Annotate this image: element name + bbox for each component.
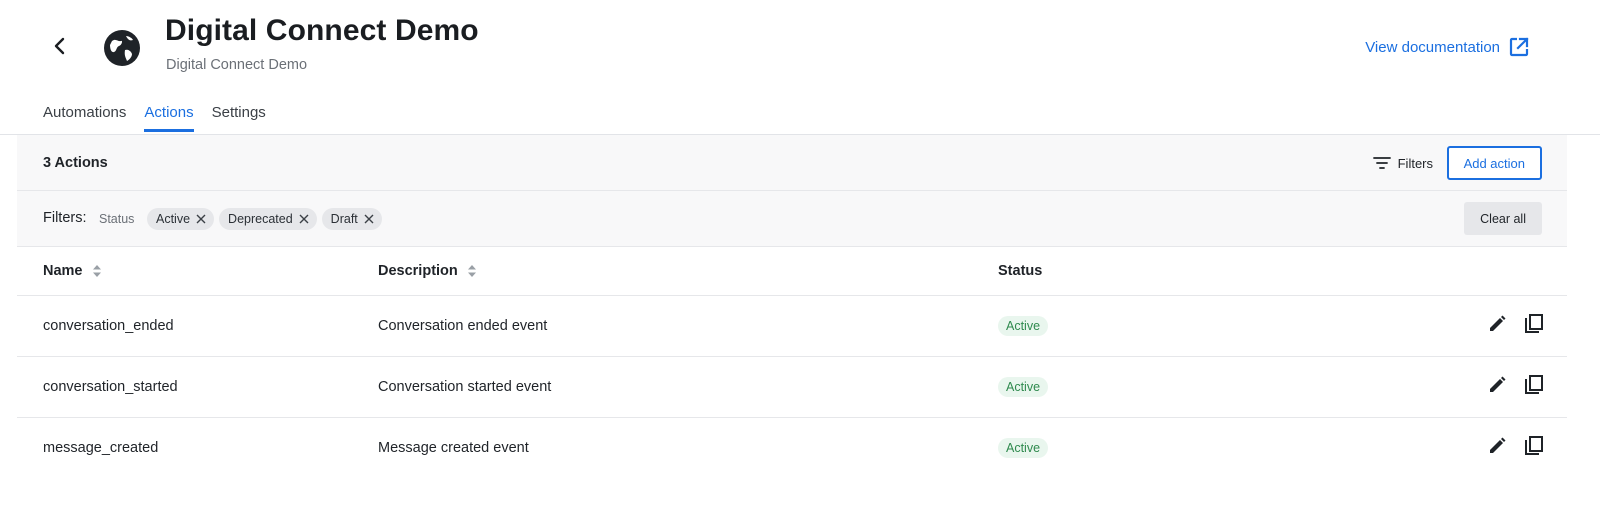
copy-button[interactable] <box>1523 313 1545 335</box>
status-badge: Active <box>998 315 1049 336</box>
close-icon <box>364 214 374 224</box>
copy-icon <box>1525 375 1543 394</box>
edit-button[interactable] <box>1487 375 1507 395</box>
table-row[interactable]: message_created Message created event Ac… <box>17 417 1567 478</box>
page-header: Digital Connect Demo Digital Connect Dem… <box>0 0 1600 135</box>
page-subtitle: Digital Connect Demo <box>166 57 308 73</box>
action-description: Conversation started event <box>378 356 998 418</box>
filters-heading: Filters: <box>43 210 87 226</box>
actions-panel: 3 Actions Filters Add action Filters: St… <box>17 135 1567 532</box>
page-title: Digital Connect Demo <box>165 14 479 47</box>
view-documentation-link[interactable]: View documentation <box>1365 36 1530 58</box>
tab-bar: Automations Actions Settings <box>43 100 284 132</box>
close-icon <box>299 214 309 224</box>
remove-filter-draft-button[interactable] <box>364 214 374 224</box>
filter-chips: Active Deprecated Draft <box>147 208 382 230</box>
filter-chip-draft: Draft <box>321 208 382 230</box>
action-name: message_created <box>43 439 159 456</box>
tab-automations[interactable]: Automations <box>43 100 126 131</box>
status-badge: Active <box>998 437 1049 458</box>
remove-filter-deprecated-button[interactable] <box>299 214 309 224</box>
sort-icon <box>92 264 101 277</box>
view-documentation-label: View documentation <box>1365 38 1500 56</box>
filter-key-status: Status <box>99 212 135 226</box>
filters-button-label: Filters <box>1397 155 1433 171</box>
filter-chip-label: Active <box>156 212 191 226</box>
copy-button[interactable] <box>1523 435 1545 457</box>
filters-button[interactable]: Filters <box>1372 153 1433 173</box>
edit-button[interactable] <box>1487 436 1507 456</box>
action-description: Conversation ended event <box>378 295 998 357</box>
actions-count: 3 Actions <box>43 155 108 171</box>
tab-settings[interactable]: Settings <box>212 100 266 131</box>
edit-icon <box>1490 437 1506 454</box>
copy-icon <box>1525 314 1543 333</box>
tab-actions[interactable]: Actions <box>144 100 194 132</box>
status-badge: Active <box>998 376 1049 397</box>
column-header-actions <box>1418 247 1567 296</box>
globe-icon <box>104 30 140 66</box>
clear-all-filters-button[interactable]: Clear all <box>1464 202 1542 235</box>
back-arrow-icon <box>54 37 65 55</box>
add-action-button[interactable]: Add action <box>1446 146 1542 180</box>
close-icon <box>196 214 206 224</box>
copy-button[interactable] <box>1523 374 1545 396</box>
back-button[interactable] <box>44 30 76 62</box>
edit-icon <box>1490 376 1506 392</box>
actions-toolbar: 3 Actions Filters Add action <box>17 135 1567 191</box>
external-link-icon <box>1509 37 1529 57</box>
action-name: conversation_started <box>17 356 378 418</box>
filter-chip-deprecated: Deprecated <box>219 208 317 230</box>
action-description: Message created event <box>378 439 529 456</box>
column-header-description-label: Description <box>378 262 458 279</box>
copy-icon <box>1525 436 1543 456</box>
column-header-name[interactable]: Name <box>17 247 378 296</box>
table-header-row: Name Description Status <box>17 247 1567 296</box>
sort-icon <box>467 264 476 277</box>
column-header-name-label: Name <box>43 262 83 279</box>
remove-filter-active-button[interactable] <box>196 214 206 224</box>
edit-button[interactable] <box>1487 314 1507 334</box>
filter-chip-label: Deprecated <box>228 212 293 226</box>
actions-table: Name Description Status conversation_end… <box>17 247 1567 478</box>
action-name: conversation_ended <box>17 295 378 357</box>
table-row[interactable]: conversation_started Conversation starte… <box>17 356 1567 418</box>
table-row[interactable]: conversation_ended Conversation ended ev… <box>17 295 1567 357</box>
column-header-status: Status <box>998 247 1418 296</box>
filter-icon <box>1372 157 1391 169</box>
active-filters-bar: Filters: Status Active Deprecated Draft <box>17 191 1567 247</box>
column-header-description[interactable]: Description <box>378 247 998 296</box>
edit-icon <box>1490 315 1506 331</box>
filter-chip-label: Draft <box>330 212 358 226</box>
filter-chip-active: Active <box>147 208 215 230</box>
